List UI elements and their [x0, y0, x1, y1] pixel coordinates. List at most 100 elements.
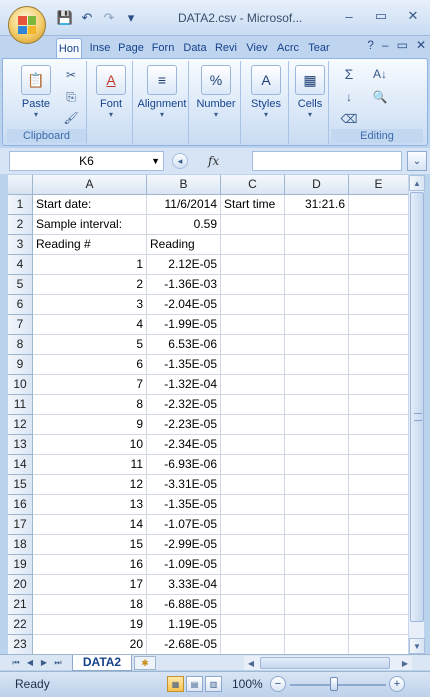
cell-e15[interactable] — [349, 475, 408, 495]
cell-e18[interactable] — [349, 535, 408, 555]
cell-a4[interactable]: 1 — [33, 255, 147, 275]
cell-d10[interactable] — [285, 375, 349, 395]
tab-view[interactable]: Viev — [243, 38, 271, 58]
cell-a10[interactable]: 7 — [33, 375, 147, 395]
cell-e2[interactable] — [349, 215, 408, 235]
cell-e17[interactable] — [349, 515, 408, 535]
row-header[interactable]: 20 — [8, 575, 33, 595]
column-header[interactable]: D — [285, 175, 349, 195]
cell-d23[interactable] — [285, 635, 349, 654]
customize-qat-icon[interactable]: ▾ — [122, 10, 140, 26]
row-header[interactable]: 19 — [8, 555, 33, 575]
horizontal-scrollbar[interactable]: ◀ ▶ — [244, 656, 412, 670]
cell-b2[interactable]: 0.59 — [147, 215, 221, 235]
cell-c14[interactable] — [221, 455, 285, 475]
last-sheet-icon[interactable]: ⏭ — [52, 656, 64, 669]
cell-c13[interactable] — [221, 435, 285, 455]
cell-a7[interactable]: 4 — [33, 315, 147, 335]
cell-a16[interactable]: 13 — [33, 495, 147, 515]
name-box[interactable]: K6 ▼ — [9, 151, 164, 171]
paste-button[interactable]: 📋 Paste ▾ — [11, 63, 61, 125]
tab-review[interactable]: Revi — [212, 38, 240, 58]
row-header[interactable]: 8 — [8, 335, 33, 355]
expand-formula-bar-button[interactable]: ⌄ — [407, 151, 427, 171]
column-header[interactable]: E — [349, 175, 408, 195]
cell-d7[interactable] — [285, 315, 349, 335]
row-header[interactable]: 12 — [8, 415, 33, 435]
cell-a19[interactable]: 16 — [33, 555, 147, 575]
tab-acrobat[interactable]: Acrc — [274, 38, 302, 58]
font-button[interactable]: A Font ▾ — [86, 63, 136, 125]
restore-button[interactable]: ▭ — [368, 6, 394, 26]
cell-c12[interactable] — [221, 415, 285, 435]
cell-a6[interactable]: 3 — [33, 295, 147, 315]
page-layout-view-icon[interactable]: ▤ — [186, 676, 203, 692]
row-header[interactable]: 1 — [8, 195, 33, 215]
autosum-icon[interactable]: Σ — [337, 66, 361, 82]
tab-page-layout[interactable]: Page — [117, 38, 145, 58]
cell-d14[interactable] — [285, 455, 349, 475]
cell-e19[interactable] — [349, 555, 408, 575]
select-all-corner[interactable] — [8, 175, 33, 195]
cell-d2[interactable] — [285, 215, 349, 235]
row-header[interactable]: 18 — [8, 535, 33, 555]
cell-c17[interactable] — [221, 515, 285, 535]
cell-b1[interactable]: 11/6/2014 — [147, 195, 221, 215]
cell-c11[interactable] — [221, 395, 285, 415]
cell-e23[interactable] — [349, 635, 408, 654]
cell-e9[interactable] — [349, 355, 408, 375]
column-header[interactable]: B — [147, 175, 221, 195]
cell-a13[interactable]: 10 — [33, 435, 147, 455]
scroll-right-icon[interactable]: ▶ — [398, 656, 412, 670]
save-icon[interactable]: 💾 — [56, 10, 74, 26]
row-header[interactable]: 6 — [8, 295, 33, 315]
cell-b19[interactable]: -1.09E-05 — [147, 555, 221, 575]
tab-team[interactable]: Tear — [305, 38, 333, 58]
cell-a2[interactable]: Sample interval: — [33, 215, 147, 235]
cell-c23[interactable] — [221, 635, 285, 654]
tab-formulas[interactable]: Forn — [149, 38, 177, 58]
cell-e3[interactable] — [349, 235, 408, 255]
cell-c22[interactable] — [221, 615, 285, 635]
scroll-left-icon[interactable]: ◀ — [244, 656, 258, 670]
cell-e11[interactable] — [349, 395, 408, 415]
cell-d20[interactable] — [285, 575, 349, 595]
zoom-slider-track[interactable] — [290, 684, 386, 686]
cell-b9[interactable]: -1.35E-05 — [147, 355, 221, 375]
column-header[interactable]: A — [33, 175, 147, 195]
cell-e16[interactable] — [349, 495, 408, 515]
row-header[interactable]: 9 — [8, 355, 33, 375]
row-header[interactable]: 5 — [8, 275, 33, 295]
normal-view-icon[interactable]: ▦ — [167, 676, 184, 692]
cell-c19[interactable] — [221, 555, 285, 575]
tab-insert[interactable]: Inse — [86, 38, 114, 58]
sort-filter-icon[interactable]: A↓ — [367, 66, 393, 82]
alignment-button[interactable]: ≡ Alignment ▾ — [137, 63, 187, 125]
cell-e8[interactable] — [349, 335, 408, 355]
undo-icon[interactable]: ↶ — [78, 10, 96, 26]
row-header[interactable]: 15 — [8, 475, 33, 495]
cell-a8[interactable]: 5 — [33, 335, 147, 355]
zoom-out-button[interactable]: − — [270, 676, 286, 692]
scroll-up-icon[interactable]: ▲ — [409, 175, 425, 191]
cell-b4[interactable]: 2.12E-05 — [147, 255, 221, 275]
cell-a3[interactable]: Reading # — [33, 235, 147, 255]
cell-c16[interactable] — [221, 495, 285, 515]
redo-icon[interactable]: ↷ — [100, 10, 118, 26]
cell-d13[interactable] — [285, 435, 349, 455]
cell-d9[interactable] — [285, 355, 349, 375]
formula-options-icon[interactable]: ◂ — [172, 153, 188, 169]
cell-d22[interactable] — [285, 615, 349, 635]
clear-icon[interactable]: ⌫ — [337, 111, 361, 127]
cell-b22[interactable]: 1.19E-05 — [147, 615, 221, 635]
zoom-in-button[interactable]: + — [389, 676, 405, 692]
cell-e20[interactable] — [349, 575, 408, 595]
cell-a18[interactable]: 15 — [33, 535, 147, 555]
name-box-dropdown-icon[interactable]: ▼ — [151, 152, 160, 170]
worksheet-grid[interactable]: A B C D E 1 Start date: 11/6/2014 Start time 31:2… — [8, 175, 408, 654]
cell-d1[interactable]: 31:21.6 — [285, 195, 349, 215]
cell-b15[interactable]: -3.31E-05 — [147, 475, 221, 495]
cell-b20[interactable]: 3.33E-04 — [147, 575, 221, 595]
scroll-down-icon[interactable]: ▼ — [409, 638, 425, 654]
format-painter-icon[interactable]: 🖌 — [63, 110, 79, 126]
